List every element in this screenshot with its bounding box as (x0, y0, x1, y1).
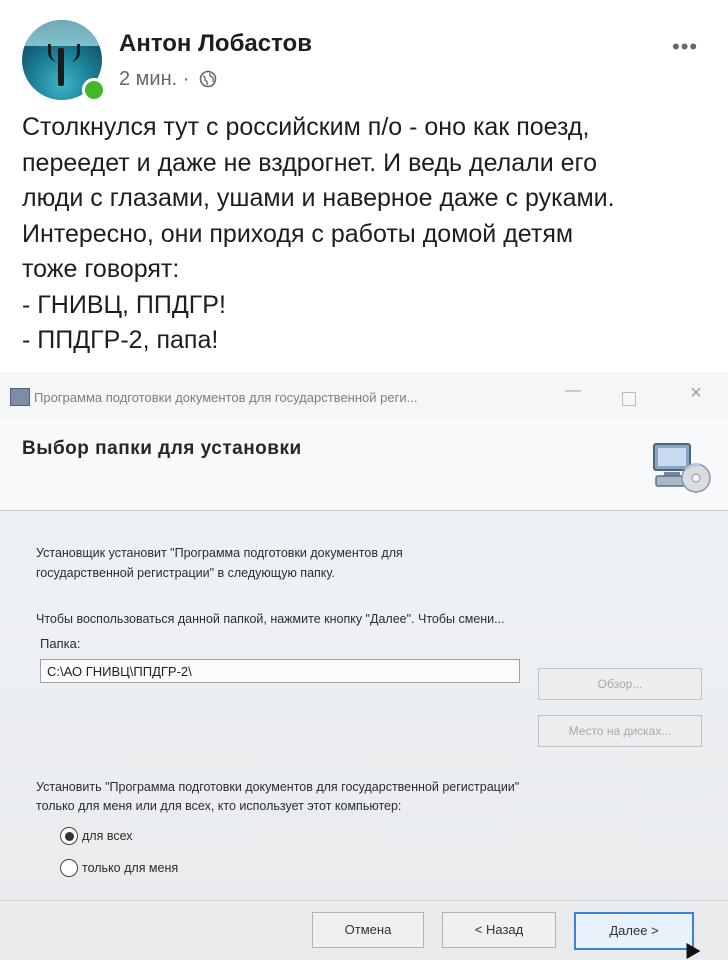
radio-just-me-label[interactable]: только для меня (82, 861, 178, 875)
install-for-line-2: только для меня или для всех, кто исполь… (36, 799, 402, 813)
post-timestamp[interactable]: 2 мин. · (119, 68, 217, 91)
next-button[interactable]: Далее > (574, 912, 694, 950)
post-text: Столкнулся тут с российским п/о - оно ка… (22, 110, 712, 359)
post-text-line: - ГНИВЦ, ППДГР! (22, 290, 226, 319)
folder-label: Папка: (40, 636, 81, 651)
post-text-line: тоже говорят: (22, 255, 180, 283)
instruction-line: Чтобы воспользоваться данной папкой, наж… (36, 612, 505, 626)
post-time-text: 2 мин. · (119, 68, 190, 90)
dialog-heading: Выбор папки для установки (22, 438, 302, 459)
online-status-icon (82, 78, 106, 102)
description-line-1: Установщик установит "Программа подготов… (36, 546, 403, 560)
installer-photo[interactable]: Программа подготовки документов для госу… (0, 372, 728, 960)
footer-divider (0, 900, 728, 901)
install-for-line-1: Установить "Программа подготовки докумен… (36, 780, 520, 794)
installer-app-icon (10, 388, 30, 406)
maximize-button[interactable] (622, 392, 636, 406)
dialog-header: Выбор папки для установки (0, 420, 728, 511)
description-line-2: государственной регистрации" в следующую… (36, 566, 335, 580)
post-text-line: Интересно, они приходя с работы домой де… (22, 219, 574, 248)
radio-all-users[interactable] (60, 827, 78, 845)
browse-button[interactable]: Обзор... (538, 668, 702, 700)
window-title: Программа подготовки документов для госу… (34, 390, 418, 405)
avatar-sky (22, 20, 102, 46)
more-options-icon[interactable]: ••• (672, 34, 698, 60)
window-title-bar: Программа подготовки документов для госу… (0, 372, 728, 421)
back-button[interactable]: < Назад (442, 912, 556, 948)
close-button[interactable]: × (684, 382, 708, 408)
post-text-line: люди с глазами, ушами и наверное даже с … (22, 184, 615, 212)
computer-cd-icon (653, 443, 711, 493)
globe-icon (199, 70, 217, 88)
post-text-line: Столкнулся тут с российским п/о - оно ка… (22, 113, 590, 141)
radio-just-me[interactable] (60, 859, 78, 877)
post-header: Антон Лобастов 2 мин. · ••• (0, 0, 728, 110)
radio-all-users-label[interactable]: для всех (82, 829, 133, 843)
author-name[interactable]: Антон Лобастов (119, 30, 312, 58)
avatar-arms (48, 44, 80, 62)
post-text-line: переедет и даже не вздрогнет. И ведь дел… (22, 148, 598, 177)
post-text-line: - ППДГР-2, папа! (22, 326, 219, 354)
folder-path-input[interactable] (40, 659, 520, 683)
disk-space-button[interactable]: Место на дисках... (538, 715, 702, 747)
cancel-button[interactable]: Отмена (312, 912, 424, 948)
minimize-button[interactable]: — (562, 382, 584, 408)
avatar-figure (58, 48, 64, 86)
